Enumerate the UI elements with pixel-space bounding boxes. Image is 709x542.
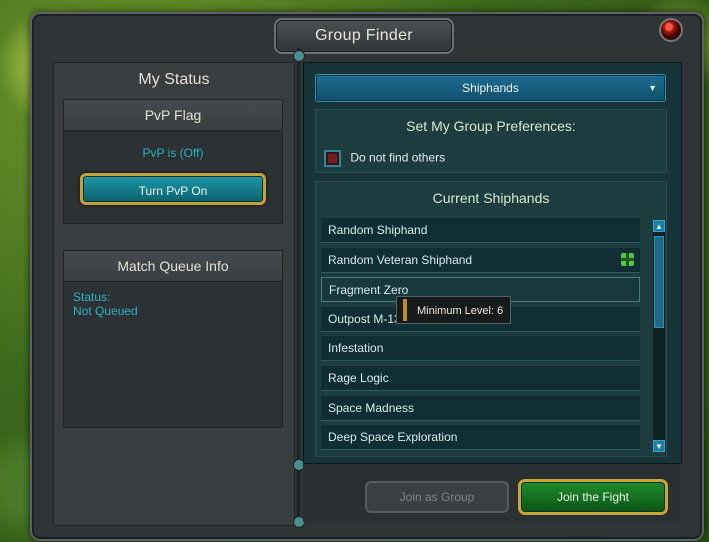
panel-divider [297, 48, 300, 528]
dropdown-value: Shiphands [462, 81, 519, 95]
list-item-label: Infestation [328, 341, 384, 356]
do-not-find-label: Do not find others [350, 150, 446, 165]
match-queue-box: Match Queue Info Status: Not Queued [63, 250, 283, 428]
queue-status-value: Not Queued [73, 304, 138, 318]
current-shiphands-header: Current Shiphands [432, 190, 550, 206]
list-item[interactable]: Deep Space Exploration [321, 425, 640, 451]
list-scrollbar[interactable]: ▲ ▼ [653, 220, 665, 452]
list-item-label: Deep Space Exploration [328, 430, 458, 445]
close-icon[interactable] [659, 18, 683, 42]
turn-pvp-on-button[interactable]: Turn PvP On [80, 173, 266, 205]
pvp-flag-header: PvP Flag [64, 100, 282, 131]
list-item[interactable]: Random Shiphand [321, 218, 640, 243]
list-item-label: Rage Logic [328, 370, 389, 385]
list-item-label: Space Madness [328, 400, 415, 415]
list-item[interactable]: Space Madness [321, 395, 640, 421]
right-panel: Shiphands ▼ Set My Group Preferences: Do… [303, 62, 682, 464]
join-the-fight-button[interactable]: Join the Fight [518, 479, 668, 515]
scroll-thumb[interactable] [654, 236, 664, 328]
category-dropdown[interactable]: Shiphands ▼ [315, 74, 666, 102]
minimum-level-tooltip: Minimum Level: 6 [396, 296, 511, 324]
my-status-title: My Status [138, 71, 210, 88]
do-not-find-row[interactable]: Do not find others [324, 150, 445, 168]
list-item-label: Random Shiphand [328, 223, 428, 237]
chevron-down-icon: ▼ [648, 83, 657, 93]
scroll-down-icon[interactable]: ▼ [653, 440, 665, 452]
list-item[interactable]: Rage Logic [321, 365, 640, 391]
divider-knob [293, 50, 305, 62]
list-item[interactable]: Infestation [321, 336, 640, 362]
match-queue-header: Match Queue Info [64, 251, 282, 282]
list-item[interactable]: Random Veteran Shiphand [321, 247, 640, 273]
preferences-header: Set My Group Preferences: [406, 118, 576, 134]
pvp-flag-box: PvP Flag PvP is (Off) Turn PvP On [63, 99, 283, 224]
shiphand-list: Random Shiphand Random Veteran Shiphand … [321, 218, 640, 455]
list-item-label: Outpost M-13 [328, 311, 401, 326]
gift-icon [621, 252, 634, 266]
do-not-find-checkbox[interactable] [324, 150, 341, 167]
pvp-status-text: PvP is (Off) [142, 146, 204, 160]
join-as-group-button[interactable]: Join as Group [365, 481, 509, 513]
scroll-up-icon[interactable]: ▲ [653, 220, 665, 232]
queue-status-label: Status: [73, 290, 111, 304]
window-title: Group Finder [274, 18, 454, 54]
left-panel: My Status PvP Flag PvP is (Off) Turn PvP… [53, 62, 295, 526]
list-item-label: Random Veteran Shiphand [328, 252, 473, 267]
preferences-box: Set My Group Preferences: Do not find ot… [315, 109, 667, 173]
